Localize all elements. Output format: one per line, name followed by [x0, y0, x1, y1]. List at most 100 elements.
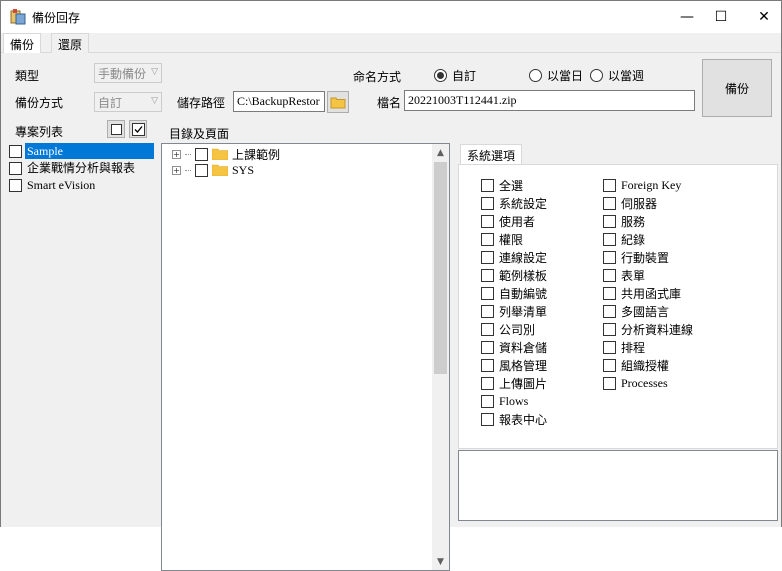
expand-icon[interactable]: + — [172, 149, 181, 159]
checkbox[interactable] — [481, 196, 494, 210]
tree-scrollbar[interactable]: ▲ ▼ — [432, 144, 449, 570]
close-button[interactable]: ✕ — [741, 1, 782, 32]
type-select[interactable]: 手動備份 ▽ — [94, 63, 162, 83]
checkbox[interactable] — [481, 376, 494, 390]
checkbox[interactable] — [481, 214, 494, 228]
option-label: 組織授權 — [621, 358, 670, 373]
checkbox[interactable] — [603, 232, 616, 246]
checkbox[interactable] — [481, 250, 494, 264]
maximize-icon: ☐ — [714, 8, 728, 25]
checkbox[interactable] — [481, 322, 494, 336]
minimize-icon: — — [680, 8, 694, 25]
checkbox[interactable] — [603, 358, 616, 372]
method-select[interactable]: 自訂 ▽ — [94, 92, 162, 112]
option-checkbox[interactable]: Processes — [603, 375, 668, 391]
list-item[interactable]: Sample — [9, 143, 154, 159]
option-checkbox[interactable]: 風格管理 — [481, 357, 547, 373]
expand-icon[interactable]: + — [172, 165, 181, 175]
option-checkbox[interactable]: 多國語言 — [603, 303, 669, 319]
window-title: 備份回存 — [32, 11, 81, 25]
filename-input[interactable]: 20221003T112441.zip — [404, 90, 695, 111]
tree-item[interactable]: + SYS — [172, 162, 254, 178]
option-checkbox[interactable]: 分析資料連線 — [603, 321, 693, 337]
option-checkbox[interactable]: 使用者 — [481, 213, 535, 229]
checkbox[interactable] — [9, 178, 22, 192]
checkbox[interactable] — [9, 161, 22, 175]
tab-backup[interactable]: 備份 — [3, 33, 42, 54]
checkbox[interactable] — [195, 163, 208, 177]
option-checkbox[interactable]: 自動編號 — [481, 285, 547, 301]
checkbox[interactable] — [195, 147, 208, 161]
naming-option-daily[interactable]: 以當日 — [529, 67, 583, 84]
option-checkbox[interactable]: 紀錄 — [603, 231, 645, 247]
checkbox[interactable] — [603, 376, 616, 390]
option-checkbox[interactable]: 共用函式庫 — [603, 285, 681, 301]
option-label: 服務 — [621, 214, 646, 229]
option-checkbox[interactable]: 伺服器 — [603, 195, 657, 211]
deselect-all-button[interactable] — [107, 120, 125, 138]
option-checkbox[interactable]: Flows — [481, 393, 528, 409]
option-checkbox[interactable]: 權限 — [481, 231, 523, 247]
checkbox[interactable] — [603, 196, 616, 210]
option-checkbox[interactable]: 表單 — [603, 267, 645, 283]
option-checkbox[interactable]: 資料倉儲 — [481, 339, 547, 355]
checkbox[interactable] — [481, 304, 494, 318]
list-item[interactable]: 企業戰情分析與報表 — [9, 160, 137, 176]
scroll-down-icon[interactable]: ▼ — [432, 553, 449, 570]
path-input[interactable]: C:\BackupRestor — [233, 91, 325, 112]
checkbox[interactable] — [481, 232, 494, 246]
option-label: 使用者 — [499, 214, 536, 229]
checkbox[interactable] — [9, 144, 22, 158]
checkbox[interactable] — [603, 268, 616, 282]
directory-label: 目錄及頁面 — [169, 127, 230, 141]
scroll-up-icon[interactable]: ▲ — [432, 144, 449, 161]
select-all-button[interactable] — [129, 120, 147, 138]
checkbox[interactable] — [603, 214, 616, 228]
scroll-thumb[interactable] — [434, 162, 447, 374]
checkbox[interactable] — [603, 340, 616, 354]
folder-icon — [212, 164, 228, 176]
project-label: Sample — [25, 143, 154, 159]
option-checkbox[interactable]: 上傳圖片 — [481, 375, 547, 391]
checkbox[interactable] — [481, 286, 494, 300]
checkbox[interactable] — [481, 412, 494, 426]
option-checkbox[interactable]: 範例樣板 — [481, 267, 547, 283]
option-checkbox[interactable]: 列舉清單 — [481, 303, 547, 319]
project-list: Sample 企業戰情分析與報表 Smart eVision — [9, 143, 155, 203]
option-checkbox[interactable]: 全選 — [481, 177, 523, 193]
option-checkbox[interactable]: Foreign Key — [603, 177, 681, 193]
checkbox[interactable] — [603, 286, 616, 300]
tab-restore[interactable]: 還原 — [51, 33, 90, 53]
option-label: Processes — [621, 375, 668, 390]
checkbox[interactable] — [481, 394, 494, 408]
list-item[interactable]: Smart eVision — [9, 177, 97, 193]
option-checkbox[interactable]: 排程 — [603, 339, 645, 355]
checkbox[interactable] — [481, 268, 494, 282]
option-label: 系統設定 — [499, 196, 548, 211]
option-checkbox[interactable]: 組織授權 — [603, 357, 669, 373]
option-checkbox[interactable]: 行動裝置 — [603, 249, 669, 265]
naming-option-weekly[interactable]: 以當週 — [590, 67, 644, 84]
tab-system-options[interactable]: 系統選項 — [460, 144, 523, 165]
checkbox[interactable] — [481, 340, 494, 354]
checkbox[interactable] — [603, 304, 616, 318]
checkbox[interactable] — [603, 250, 616, 264]
checkbox[interactable] — [481, 178, 494, 192]
folder-icon — [212, 148, 228, 160]
naming-label: 命名方式 — [353, 70, 402, 84]
naming-option-custom[interactable]: 自訂 — [434, 67, 476, 84]
option-checkbox[interactable]: 公司別 — [481, 321, 535, 337]
maximize-button[interactable]: ☐ — [698, 1, 744, 32]
browse-folder-button[interactable] — [327, 91, 349, 113]
option-checkbox[interactable]: 報表中心 — [481, 411, 547, 427]
option-checkbox[interactable]: 服務 — [603, 213, 645, 229]
tree-item[interactable]: + 上課範例 — [172, 146, 280, 162]
option-checkbox[interactable]: 連線設定 — [481, 249, 547, 265]
checkbox[interactable] — [603, 322, 616, 336]
option-checkbox[interactable]: 系統設定 — [481, 195, 547, 211]
path-label: 儲存路徑 — [177, 96, 226, 110]
backup-button[interactable]: 備份 — [702, 59, 772, 117]
checkbox[interactable] — [481, 358, 494, 372]
checkbox[interactable] — [603, 178, 616, 192]
option-label: 排程 — [621, 340, 646, 355]
